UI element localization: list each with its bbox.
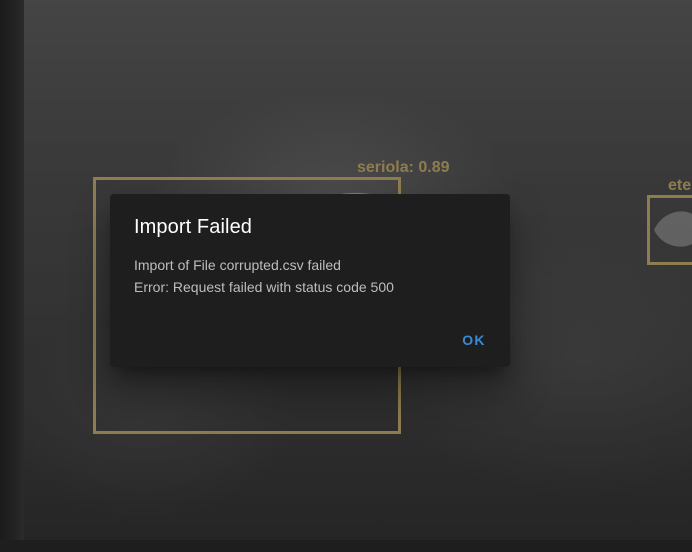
import-failed-dialog: Import Failed Import of File corrupted.c… xyxy=(110,194,510,367)
dialog-message: Import of File corrupted.csv failed Erro… xyxy=(134,254,394,298)
annotation-viewer: seriola: 0.89 ete Import Failed Import o… xyxy=(0,0,692,552)
dialog-title: Import Failed xyxy=(134,216,253,238)
detection-box-partial[interactable] xyxy=(647,195,692,265)
ok-button[interactable]: OK xyxy=(454,325,494,355)
bottom-toolbar xyxy=(0,540,692,552)
dialog-message-file: Import of File corrupted.csv failed xyxy=(134,257,341,273)
detection-label-partial: ete xyxy=(668,177,692,194)
left-panel-edge xyxy=(0,0,24,540)
detection-label-seriola: seriola: 0.89 xyxy=(357,159,450,176)
dialog-message-error: Error: Request failed with status code 5… xyxy=(134,279,394,295)
